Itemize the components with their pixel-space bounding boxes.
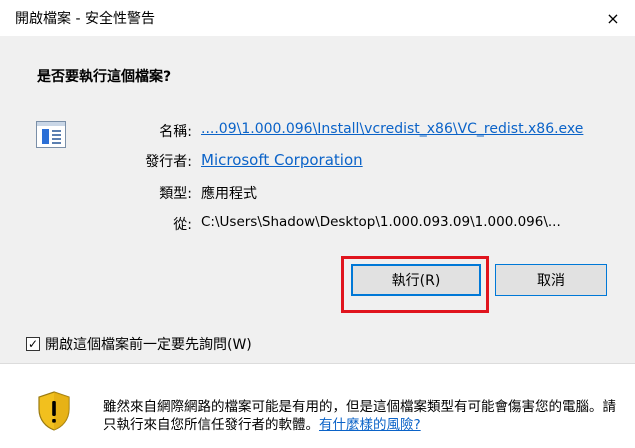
from-value: C:\Users\Shadow\Desktop\1.000.093.09\1.0… [201,214,561,230]
security-shield-warning-icon [38,391,70,431]
dialog-body: 是否要執行這個檔案? 名稱: ....09\1.000.096\Install\… [0,36,635,363]
type-label: 類型: [159,186,192,202]
run-question: 是否要執行這個檔案? [37,69,172,85]
always-ask-checkbox[interactable]: ✓ [26,337,40,351]
file-name-link[interactable]: ....09\1.000.096\Install\vcredist_x86\VC… [201,121,583,137]
application-window-icon [36,121,66,148]
publisher-link[interactable]: Microsoft Corporation [201,151,363,169]
check-mark-icon: ✓ [27,337,39,351]
close-button[interactable]: × [591,0,635,36]
close-icon: × [606,8,620,28]
title-bar: 開啟檔案 - 安全性警告 × [0,0,635,36]
cancel-button[interactable]: 取消 [495,264,607,296]
always-ask-checkbox-row[interactable]: ✓ 開啟這個檔案前一定要先詢問(W) [26,334,252,354]
name-label: 名稱: [159,124,192,140]
window-title: 開啟檔案 - 安全性警告 [15,11,155,27]
warning-footer: 雖然來自網際網路的檔案可能是有用的，但是這個檔案類型有可能會傷害您的電腦。請只執… [0,364,635,448]
publisher-label: 發行者: [145,154,192,170]
run-button[interactable]: 執行(R) [351,264,481,296]
warning-message: 雖然來自網際網路的檔案可能是有用的，但是這個檔案類型有可能會傷害您的電腦。請只執… [103,398,623,434]
type-value: 應用程式 [201,186,257,202]
always-ask-label: 開啟這個檔案前一定要先詢問(W) [45,337,252,353]
risk-link[interactable]: 有什麼樣的風險? [319,417,421,433]
from-label: 從: [173,217,192,233]
